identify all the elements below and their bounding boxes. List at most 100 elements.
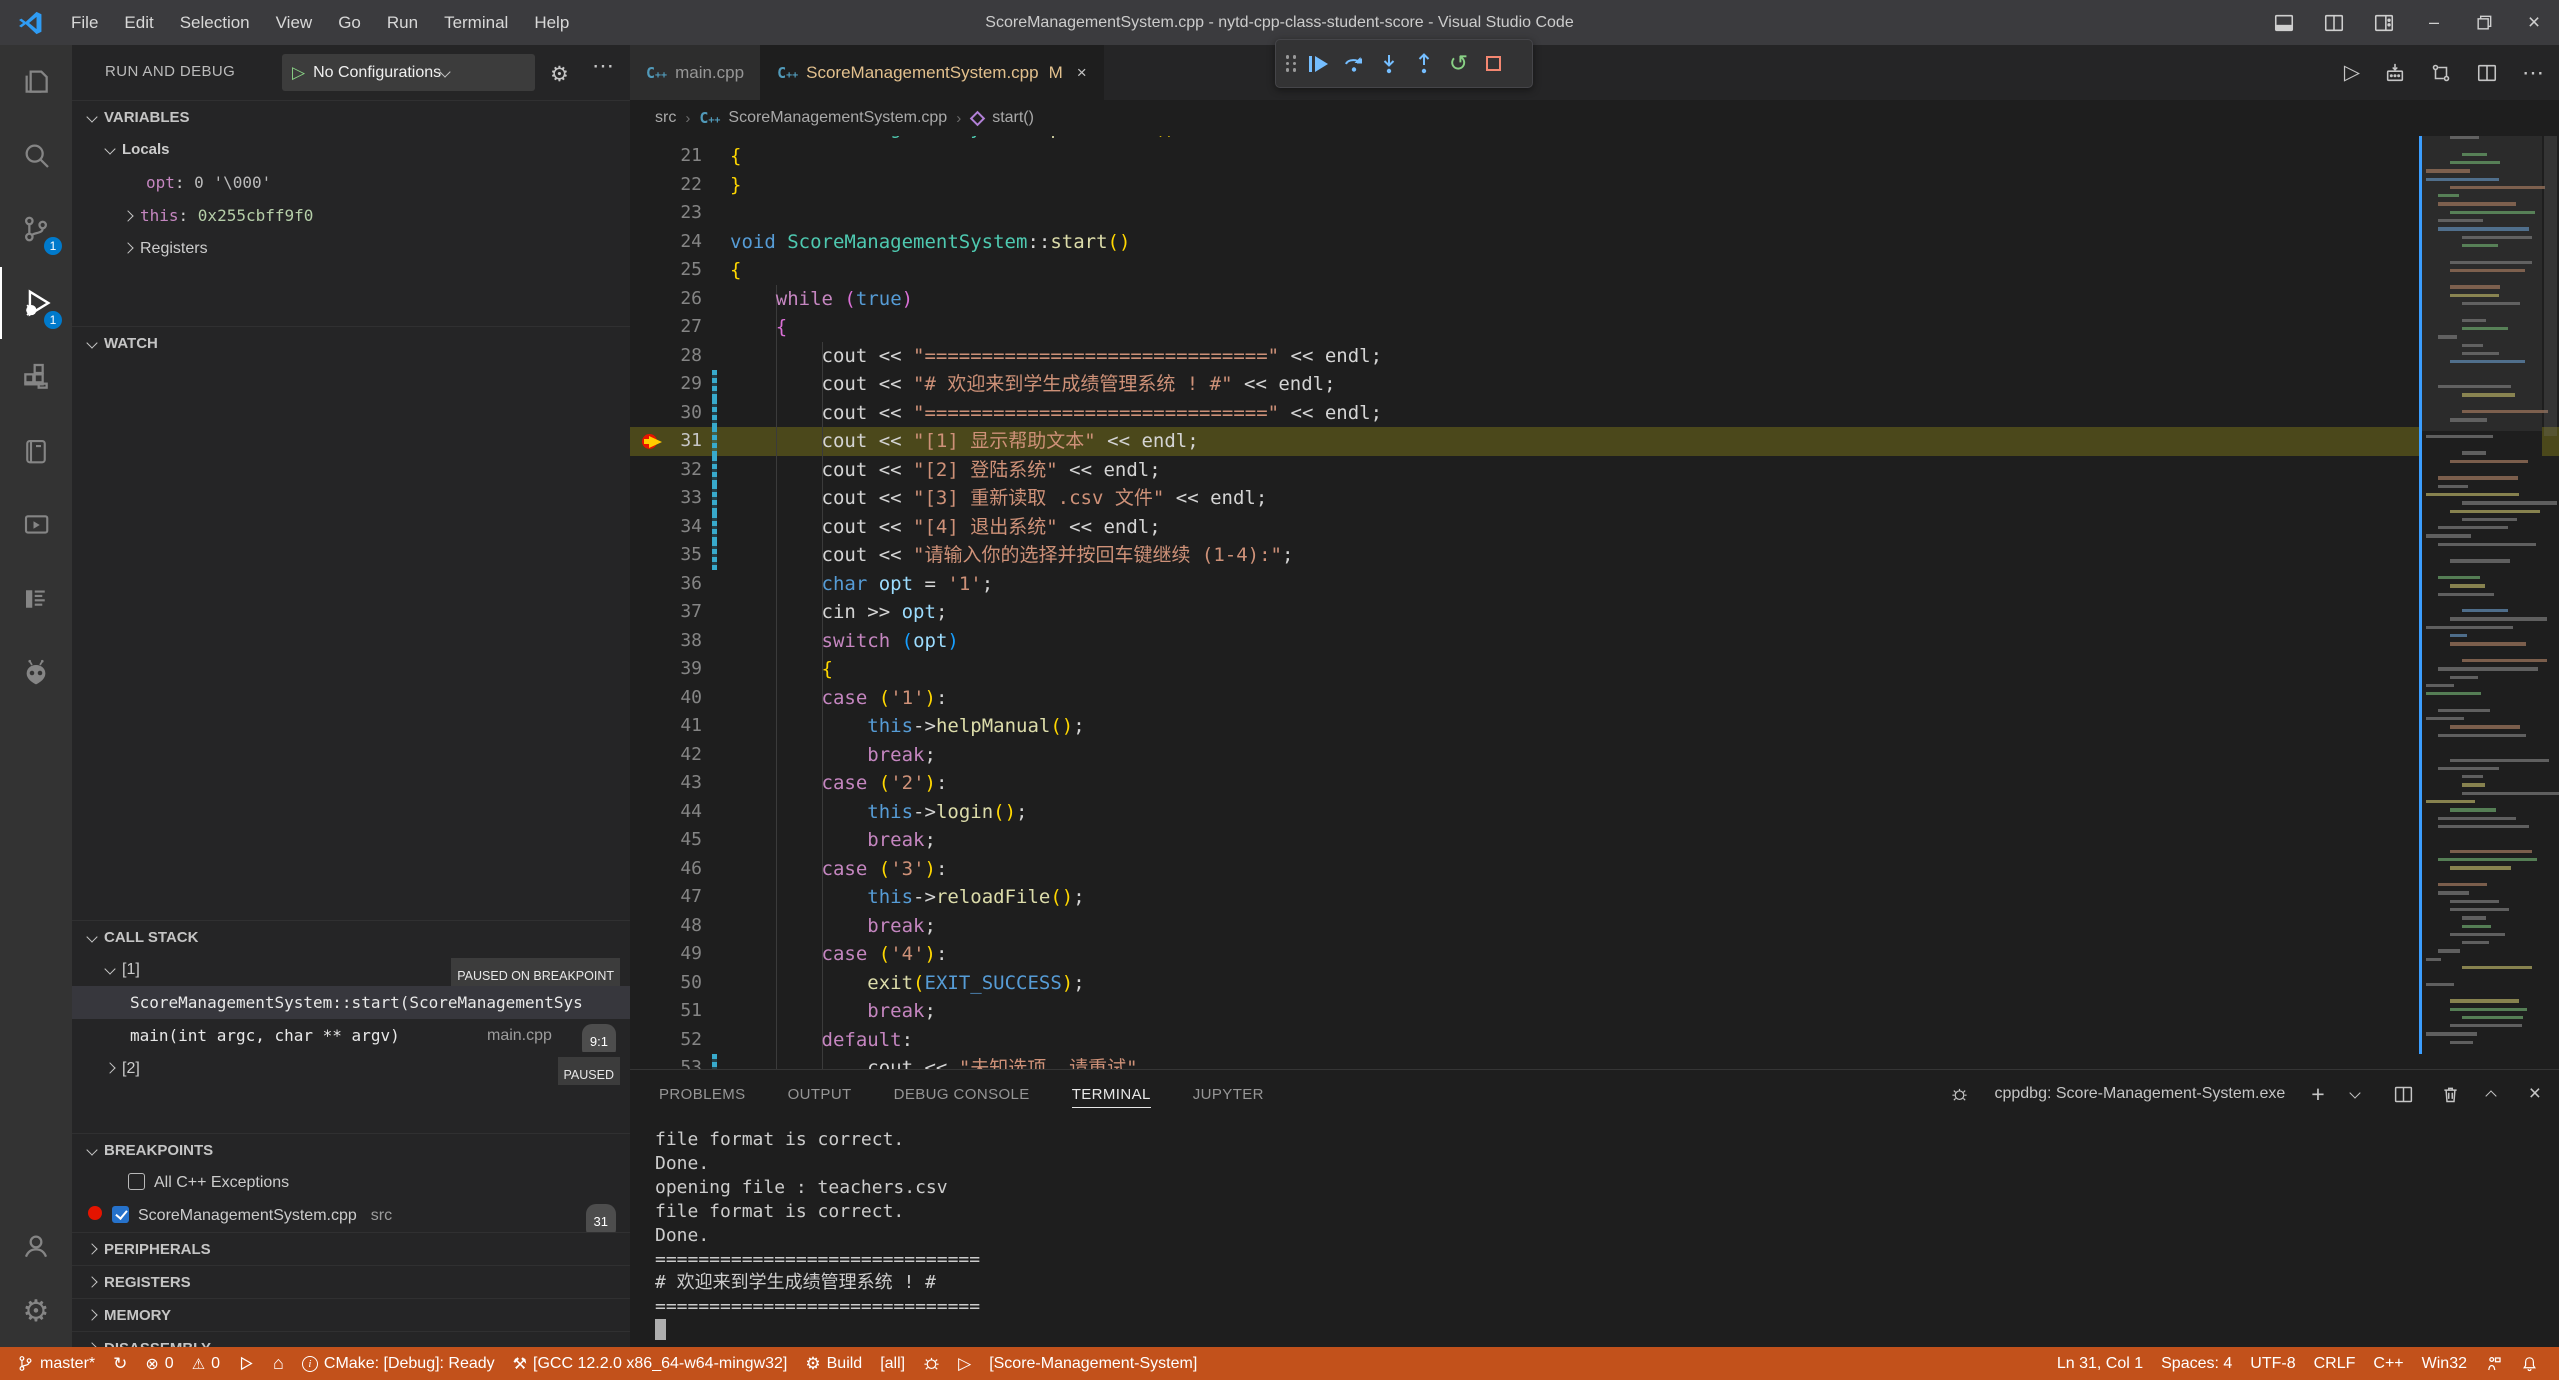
breakpoint-all-exceptions[interactable]: All C++ Exceptions: [72, 1166, 630, 1199]
status-build[interactable]: ⚙Build: [796, 1347, 871, 1380]
line-number[interactable]: 37: [630, 598, 702, 627]
status-cmake-debug-ready[interactable]: iCMake: [Debug]: Ready: [293, 1347, 504, 1380]
status-score-management-system[interactable]: [Score-Management-System]: [980, 1347, 1206, 1380]
status-feedback-icon[interactable]: [2476, 1347, 2512, 1380]
activity-source-control-icon[interactable]: 1: [0, 193, 72, 265]
status-crlf[interactable]: CRLF: [2305, 1347, 2365, 1380]
status-all[interactable]: [all]: [871, 1347, 914, 1380]
line-number[interactable]: 46: [630, 855, 702, 884]
run-below-icon[interactable]: [2384, 62, 2406, 84]
activity-files-icon[interactable]: [0, 45, 72, 117]
menu-file[interactable]: File: [58, 0, 111, 45]
menu-edit[interactable]: Edit: [111, 0, 166, 45]
trash-icon[interactable]: [2440, 1084, 2461, 1105]
menu-help[interactable]: Help: [521, 0, 582, 45]
close-icon[interactable]: ×: [2529, 1082, 2541, 1106]
section-watch[interactable]: WATCH: [72, 326, 630, 359]
chevron-up-icon[interactable]: [2487, 1085, 2503, 1103]
callstack-thread-1[interactable]: [1]PAUSED ON BREAKPOINT: [72, 953, 630, 986]
more-actions-icon[interactable]: ⋯: [592, 53, 615, 79]
line-number[interactable]: 52: [630, 1026, 702, 1055]
minimize-icon[interactable]: –: [2409, 0, 2459, 45]
close-icon[interactable]: ×: [1077, 63, 1087, 83]
compare-icon[interactable]: [2430, 62, 2452, 84]
activity-layout-list-icon[interactable]: [0, 563, 72, 635]
section-disassembly[interactable]: DISASSEMBLY: [72, 1331, 630, 1347]
code-editor[interactable]: 53 cout << "未知选项, 请重试"52 default:51 brea…: [630, 136, 2559, 1069]
minimap[interactable]: [2422, 136, 2542, 1069]
line-number[interactable]: 20: [630, 136, 702, 142]
section-breakpoints[interactable]: BREAKPOINTS: [72, 1133, 630, 1166]
line-number[interactable]: 35: [630, 541, 702, 570]
tab-main.cpp[interactable]: C++main.cpp: [630, 45, 761, 100]
drag-handle[interactable]: [1280, 55, 1301, 71]
status-gcc-12-2-0-x86-64-w64-mingw32[interactable]: ⚒[GCC 12.2.0 x86_64-w64-mingw32]: [504, 1347, 797, 1380]
split-panel-icon[interactable]: [2393, 1084, 2414, 1105]
line-number[interactable]: 24: [630, 228, 702, 257]
editor-scrollbar[interactable]: [2542, 136, 2559, 1069]
line-number[interactable]: 23: [630, 199, 702, 228]
step-into-button[interactable]: [1371, 44, 1406, 84]
status-win32[interactable]: Win32: [2413, 1347, 2476, 1380]
more-icon[interactable]: ⋯: [2522, 60, 2545, 86]
stop-button[interactable]: [1476, 44, 1511, 84]
variables-locals[interactable]: Locals: [72, 133, 630, 166]
terminal-output[interactable]: file format is correct.Done.opening file…: [655, 1128, 2419, 1347]
status-c++[interactable]: C++: [2364, 1347, 2412, 1380]
activity-search-icon[interactable]: [0, 119, 72, 191]
callstack-frame-main[interactable]: main(int argc, char ** argv)main.cpp9:1: [72, 1019, 630, 1052]
line-number[interactable]: 28: [630, 342, 702, 371]
line-number[interactable]: 32: [630, 456, 702, 485]
activity-run-debug-icon[interactable]: 1: [0, 267, 72, 339]
line-number[interactable]: 30: [630, 399, 702, 428]
variable-opt[interactable]: opt: 0 '\000': [72, 166, 630, 199]
line-number[interactable]: 22: [630, 171, 702, 200]
split-layout-icon[interactable]: [2309, 0, 2359, 45]
menu-go[interactable]: Go: [325, 0, 374, 45]
status-bug-icon[interactable]: [914, 1347, 949, 1380]
continue-button[interactable]: [1301, 44, 1336, 84]
gear-icon[interactable]: ⚙: [550, 62, 569, 87]
status-bell-icon[interactable]: [2512, 1347, 2547, 1380]
plus-icon[interactable]: +: [2311, 1081, 2324, 1108]
menu-run[interactable]: Run: [374, 0, 431, 45]
line-number[interactable]: 43: [630, 769, 702, 798]
restart-button[interactable]: ↺: [1441, 44, 1476, 84]
line-number[interactable]: 49: [630, 940, 702, 969]
callstack-thread-2[interactable]: [2]PAUSED: [72, 1052, 630, 1085]
variables-registers[interactable]: Registers: [72, 232, 630, 265]
status-0[interactable]: ⊗0: [136, 1347, 182, 1380]
menu-view[interactable]: View: [263, 0, 326, 45]
line-number[interactable]: 50: [630, 969, 702, 998]
line-number[interactable]: 42: [630, 741, 702, 770]
line-number[interactable]: 26: [630, 285, 702, 314]
activity-notebook-icon[interactable]: [0, 415, 72, 487]
debug-config-dropdown[interactable]: ▷ No Configurations: [282, 54, 535, 91]
line-number[interactable]: 33: [630, 484, 702, 513]
line-number[interactable]: 47: [630, 883, 702, 912]
line-number[interactable]: 27: [630, 313, 702, 342]
activity-preview-icon[interactable]: [0, 489, 72, 561]
line-number[interactable]: 53: [630, 1054, 702, 1069]
line-number[interactable]: 39: [630, 655, 702, 684]
line-number[interactable]: 40: [630, 684, 702, 713]
status-debug-launch-icon[interactable]: [229, 1347, 264, 1380]
breadcrumb-item[interactable]: start(): [970, 109, 1034, 127]
breadcrumb-item[interactable]: src: [655, 109, 676, 127]
breakpoint-file[interactable]: ScoreManagementSystem.cppsrc31: [72, 1199, 630, 1232]
line-number[interactable]: 44: [630, 798, 702, 827]
line-number[interactable]: 48: [630, 912, 702, 941]
panel-tab-jupyter[interactable]: JUPYTER: [1193, 1086, 1264, 1103]
step-over-button[interactable]: [1336, 44, 1371, 84]
line-number[interactable]: 36: [630, 570, 702, 599]
chevron-down-icon[interactable]: [2351, 1085, 2367, 1103]
line-number[interactable]: 41: [630, 712, 702, 741]
line-number[interactable]: 21: [630, 142, 702, 171]
line-number[interactable]: 29: [630, 370, 702, 399]
close-icon[interactable]: ×: [2509, 0, 2559, 45]
start-debug-icon[interactable]: ▷: [282, 63, 313, 83]
section-registers[interactable]: REGISTERS: [72, 1265, 630, 1298]
panel-layout-icon[interactable]: [2259, 0, 2309, 45]
section-variables[interactable]: VARIABLES: [72, 100, 630, 133]
breakpoint-current-icon[interactable]: [642, 433, 672, 450]
